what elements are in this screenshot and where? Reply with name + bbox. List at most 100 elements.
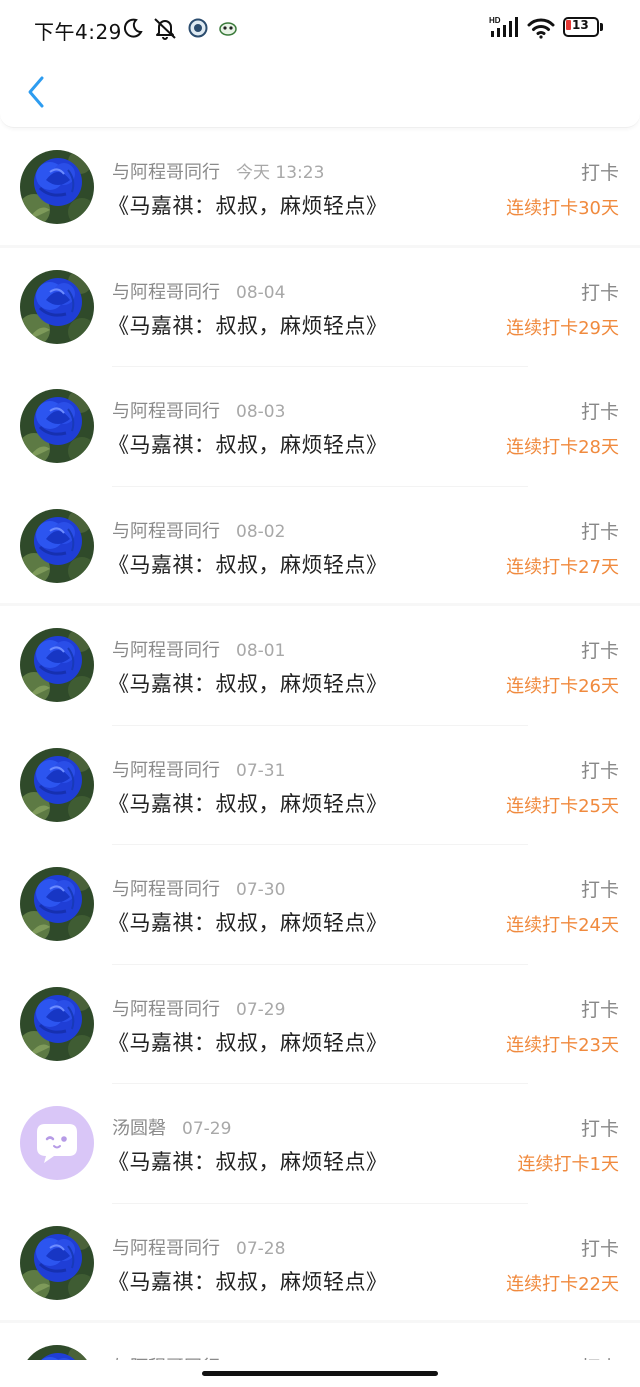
author-name: 与阿程哥同行 07-29 [112, 995, 285, 1021]
author-name: 与阿程哥同行 07-30 [112, 875, 285, 901]
post-date: 今天 13:23 [236, 163, 325, 183]
checkin-action: 打卡 [580, 998, 619, 1021]
streak-label: 连续打卡24天 [506, 915, 619, 936]
book-title: 《马嘉祺：叔叔，麻烦轻点》 [108, 194, 388, 218]
blue-rose-image [20, 1345, 94, 1360]
list-item[interactable]: 汤圆磬 07-29 《马嘉祺：叔叔，麻烦轻点》 打卡 连续打卡1天 [0, 1084, 640, 1204]
book-title: 《马嘉祺：叔叔，麻烦轻点》 [108, 1030, 388, 1055]
avatar[interactable] [20, 986, 94, 1061]
avatar[interactable] [20, 150, 94, 224]
author-label: 汤圆磬 [112, 1118, 166, 1139]
blue-rose-image [20, 389, 94, 463]
avatar[interactable] [20, 269, 94, 344]
author-name: 与阿程哥同行 08-04 [112, 278, 285, 304]
blue-rose-image [20, 150, 94, 224]
blue-rose-image [20, 628, 94, 702]
list-item[interactable]: 与阿程哥同行 07-28 《马嘉祺：叔叔，麻烦轻点》 打卡 连续打卡22天 [0, 1204, 640, 1323]
post-date: 07-28 [236, 1238, 286, 1259]
book-title: 《马嘉祺：叔叔，麻烦轻点》 [108, 433, 388, 457]
post-date: 07-30 [236, 880, 286, 900]
streak-label: 连续打卡22天 [506, 1273, 619, 1295]
book-title: 《马嘉祺：叔叔，麻烦轻点》 [108, 911, 388, 935]
book-title: 《马嘉祺：叔叔，麻烦轻点》 [108, 313, 388, 338]
author-label: 与阿程哥同行 [112, 281, 220, 303]
author-label: 与阿程哥同行 [112, 520, 220, 542]
author-label: 与阿程哥同行 [112, 401, 220, 422]
streak-label: 连续打卡1天 [517, 1154, 619, 1175]
blue-rose-image [20, 747, 94, 822]
list-item[interactable]: 与阿程哥同行 07-30 《马嘉祺：叔叔，麻烦轻点》 打卡 连续打卡24天 [0, 845, 640, 965]
battery-icon: 13 [563, 17, 603, 37]
app-notification-icon [219, 22, 237, 36]
signal-icon: HD [489, 16, 518, 37]
app-notification-icon [188, 18, 208, 38]
header [0, 56, 640, 128]
author-name: 与阿程哥同行 今天 13:23 [112, 158, 324, 184]
avatar[interactable] [20, 628, 94, 702]
checkin-action: 打卡 [580, 162, 619, 184]
chevron-left-icon [28, 76, 44, 108]
avatar[interactable] [20, 747, 94, 822]
streak-label: 连续打卡27天 [506, 556, 619, 578]
checkin-action: 打卡 [580, 520, 619, 543]
checkin-action: 打卡 [580, 281, 619, 304]
list-item[interactable]: 与阿程哥同行 07-29 《马嘉祺：叔叔，麻烦轻点》 打卡 连续打卡23天 [0, 965, 640, 1084]
book-title: 《马嘉祺：叔叔，麻烦轻点》 [108, 672, 388, 696]
avatar[interactable] [20, 867, 94, 941]
post-date: 08-03 [236, 402, 286, 422]
author-label: 与阿程哥同行 [112, 1357, 220, 1360]
status-time: 下午4:29 [34, 20, 122, 44]
author-name: 与阿程哥同行 07-28 [112, 1234, 285, 1260]
battery-level: 13 [572, 18, 589, 32]
streak-label: 连续打卡25天 [506, 795, 619, 817]
author-label: 与阿程哥同行 [112, 162, 220, 183]
checkin-action: 打卡 [580, 401, 619, 423]
author-label: 与阿程哥同行 [112, 759, 220, 781]
list-item[interactable]: 与阿程哥同行 08-03 《马嘉祺：叔叔，麻烦轻点》 打卡 连续打卡28天 [0, 367, 640, 487]
streak-label: 连续打卡29天 [506, 317, 619, 339]
checkin-action: 打卡 [580, 1118, 619, 1140]
author-label: 与阿程哥同行 [112, 879, 220, 900]
author-name: 与阿程哥同行 08-02 [112, 517, 285, 543]
post-date: 08-01 [236, 641, 286, 661]
back-button[interactable] [18, 72, 54, 112]
author-name: 与阿程哥同行 07-27 [112, 1353, 285, 1360]
blue-rose-image [20, 508, 94, 583]
list-item[interactable]: 与阿程哥同行 07-31 《马嘉祺：叔叔，麻烦轻点》 打卡 连续打卡25天 [0, 726, 640, 845]
chat-bubble-avatar-icon [20, 1106, 94, 1180]
author-name: 汤圆磬 07-29 [112, 1114, 231, 1140]
author-name: 与阿程哥同行 07-31 [112, 756, 285, 782]
book-title: 《马嘉祺：叔叔，麻烦轻点》 [108, 552, 388, 577]
moon-icon [123, 18, 143, 38]
blue-rose-image [20, 986, 94, 1061]
streak-label: 连续打卡28天 [506, 437, 619, 458]
book-title: 《马嘉祺：叔叔，麻烦轻点》 [108, 791, 388, 816]
book-title: 《马嘉祺：叔叔，麻烦轻点》 [108, 1150, 388, 1174]
author-name: 与阿程哥同行 08-03 [112, 397, 285, 423]
list-item[interactable]: 与阿程哥同行 08-01 《马嘉祺：叔叔，麻烦轻点》 打卡 连续打卡26天 [0, 606, 640, 726]
checkin-action: 打卡 [580, 759, 619, 782]
avatar[interactable] [20, 1225, 94, 1300]
list-item[interactable]: 与阿程哥同行 08-02 《马嘉祺：叔叔，麻烦轻点》 打卡 连续打卡27天 [0, 487, 640, 606]
blue-rose-image [20, 867, 94, 941]
avatar[interactable] [20, 1345, 94, 1360]
streak-label: 连续打卡30天 [506, 198, 619, 219]
avatar[interactable] [20, 1106, 94, 1180]
list-item[interactable]: 与阿程哥同行 08-04 《马嘉祺：叔叔，麻烦轻点》 打卡 连续打卡29天 [0, 248, 640, 367]
checkin-action: 打卡 [580, 640, 619, 662]
post-date: 07-29 [236, 999, 286, 1020]
list-item[interactable]: 与阿程哥同行 今天 13:23 《马嘉祺：叔叔，麻烦轻点》 打卡 连续打卡30天 [0, 128, 640, 248]
network-label: HD [489, 16, 501, 25]
checkin-action: 打卡 [580, 879, 619, 901]
bell-off-icon [154, 18, 176, 40]
list-item[interactable]: 与阿程哥同行07-27 《马嘉祺：叔叔，麻烦轻点》 打卡 [0, 1323, 640, 1360]
avatar[interactable] [20, 508, 94, 583]
avatar[interactable] [20, 389, 94, 463]
blue-rose-image [20, 269, 94, 344]
post-date: 07-31 [236, 760, 286, 781]
checkin-action: 打卡 [581, 1353, 619, 1360]
wifi-icon [527, 18, 555, 39]
status-bar: 下午4:29 HD 13 [0, 0, 640, 56]
author-label: 与阿程哥同行 [112, 640, 220, 661]
home-indicator[interactable] [202, 1371, 438, 1376]
